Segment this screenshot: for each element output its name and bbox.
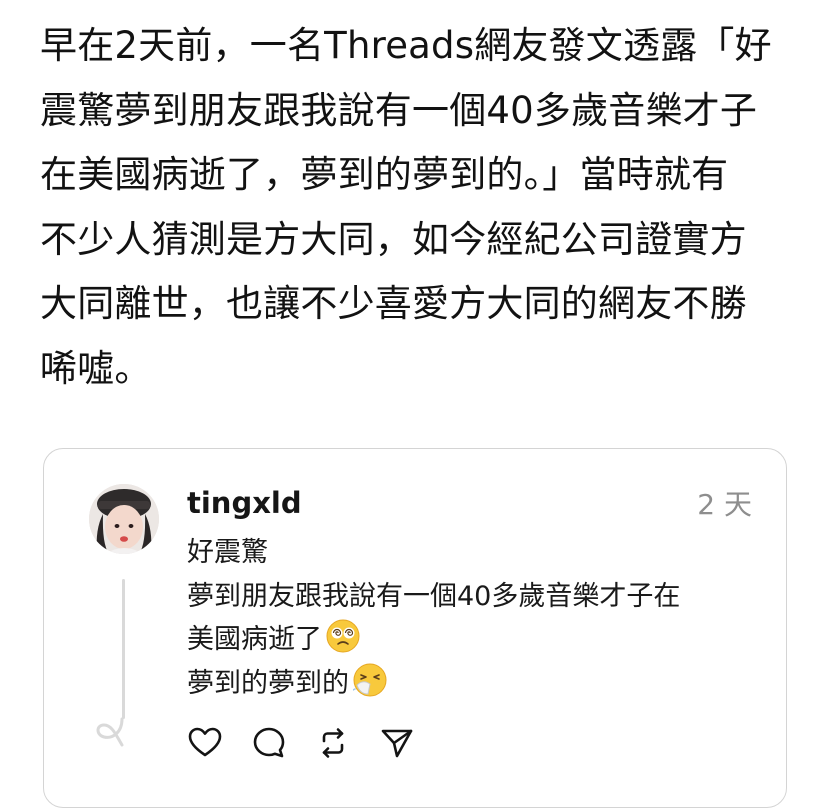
- article-line: 不少人猜測是方大同，如今經紀公司證實方: [40, 217, 747, 261]
- like-heart-icon[interactable]: [187, 725, 223, 761]
- post-username[interactable]: tingxld: [187, 483, 302, 523]
- thread-connector-line: [122, 579, 125, 719]
- share-send-icon[interactable]: [379, 725, 415, 761]
- threads-post-embed[interactable]: tingxld 2 天 好震驚 夢到朋友跟我說有一個40多歲音樂才子在 美國病逝…: [43, 448, 787, 808]
- article-line: 大同離世，也讓不少喜愛方大同的網友不勝: [40, 282, 747, 325]
- post-body: 好震驚 夢到朋友跟我說有一個40多歲音樂才子在 美國病逝了 夢到的夢到的: [187, 531, 777, 705]
- post-line-text: 美國病逝了: [187, 624, 322, 655]
- dizzy-face-emoji: [326, 619, 360, 653]
- post-line-text: 夢到的夢到的: [187, 667, 349, 699]
- article-line: 早在2天前，一名Threads網友發文透露「好: [40, 24, 772, 67]
- post-line-with-emoji: 夢到的夢到的: [187, 662, 777, 706]
- article-line: 在美國病逝了，夢到的夢到的。」當時就有: [40, 153, 729, 196]
- thread-loop-icon: [96, 717, 124, 747]
- post-line-with-emoji: 美國病逝了: [187, 618, 777, 662]
- article-text: 早在2天前，一名Threads網友發文透露「好 震驚夢到朋友跟我說有一個40多歲…: [40, 14, 800, 401]
- avatar-image: [89, 484, 159, 554]
- post-line: 夢到朋友跟我說有一個40多歲音樂才子在: [187, 580, 681, 612]
- repost-icon[interactable]: [315, 725, 351, 761]
- post-timestamp: 2 天: [697, 488, 752, 521]
- article-line: 唏噓。: [40, 346, 152, 390]
- sneezing-face-emoji: [353, 663, 387, 696]
- post-line: 好震驚: [187, 537, 268, 568]
- avatar[interactable]: [89, 484, 159, 554]
- comment-bubble-icon[interactable]: [251, 725, 287, 761]
- article-line: 震驚夢到朋友跟我說有一個40多歲音樂才子: [40, 88, 758, 132]
